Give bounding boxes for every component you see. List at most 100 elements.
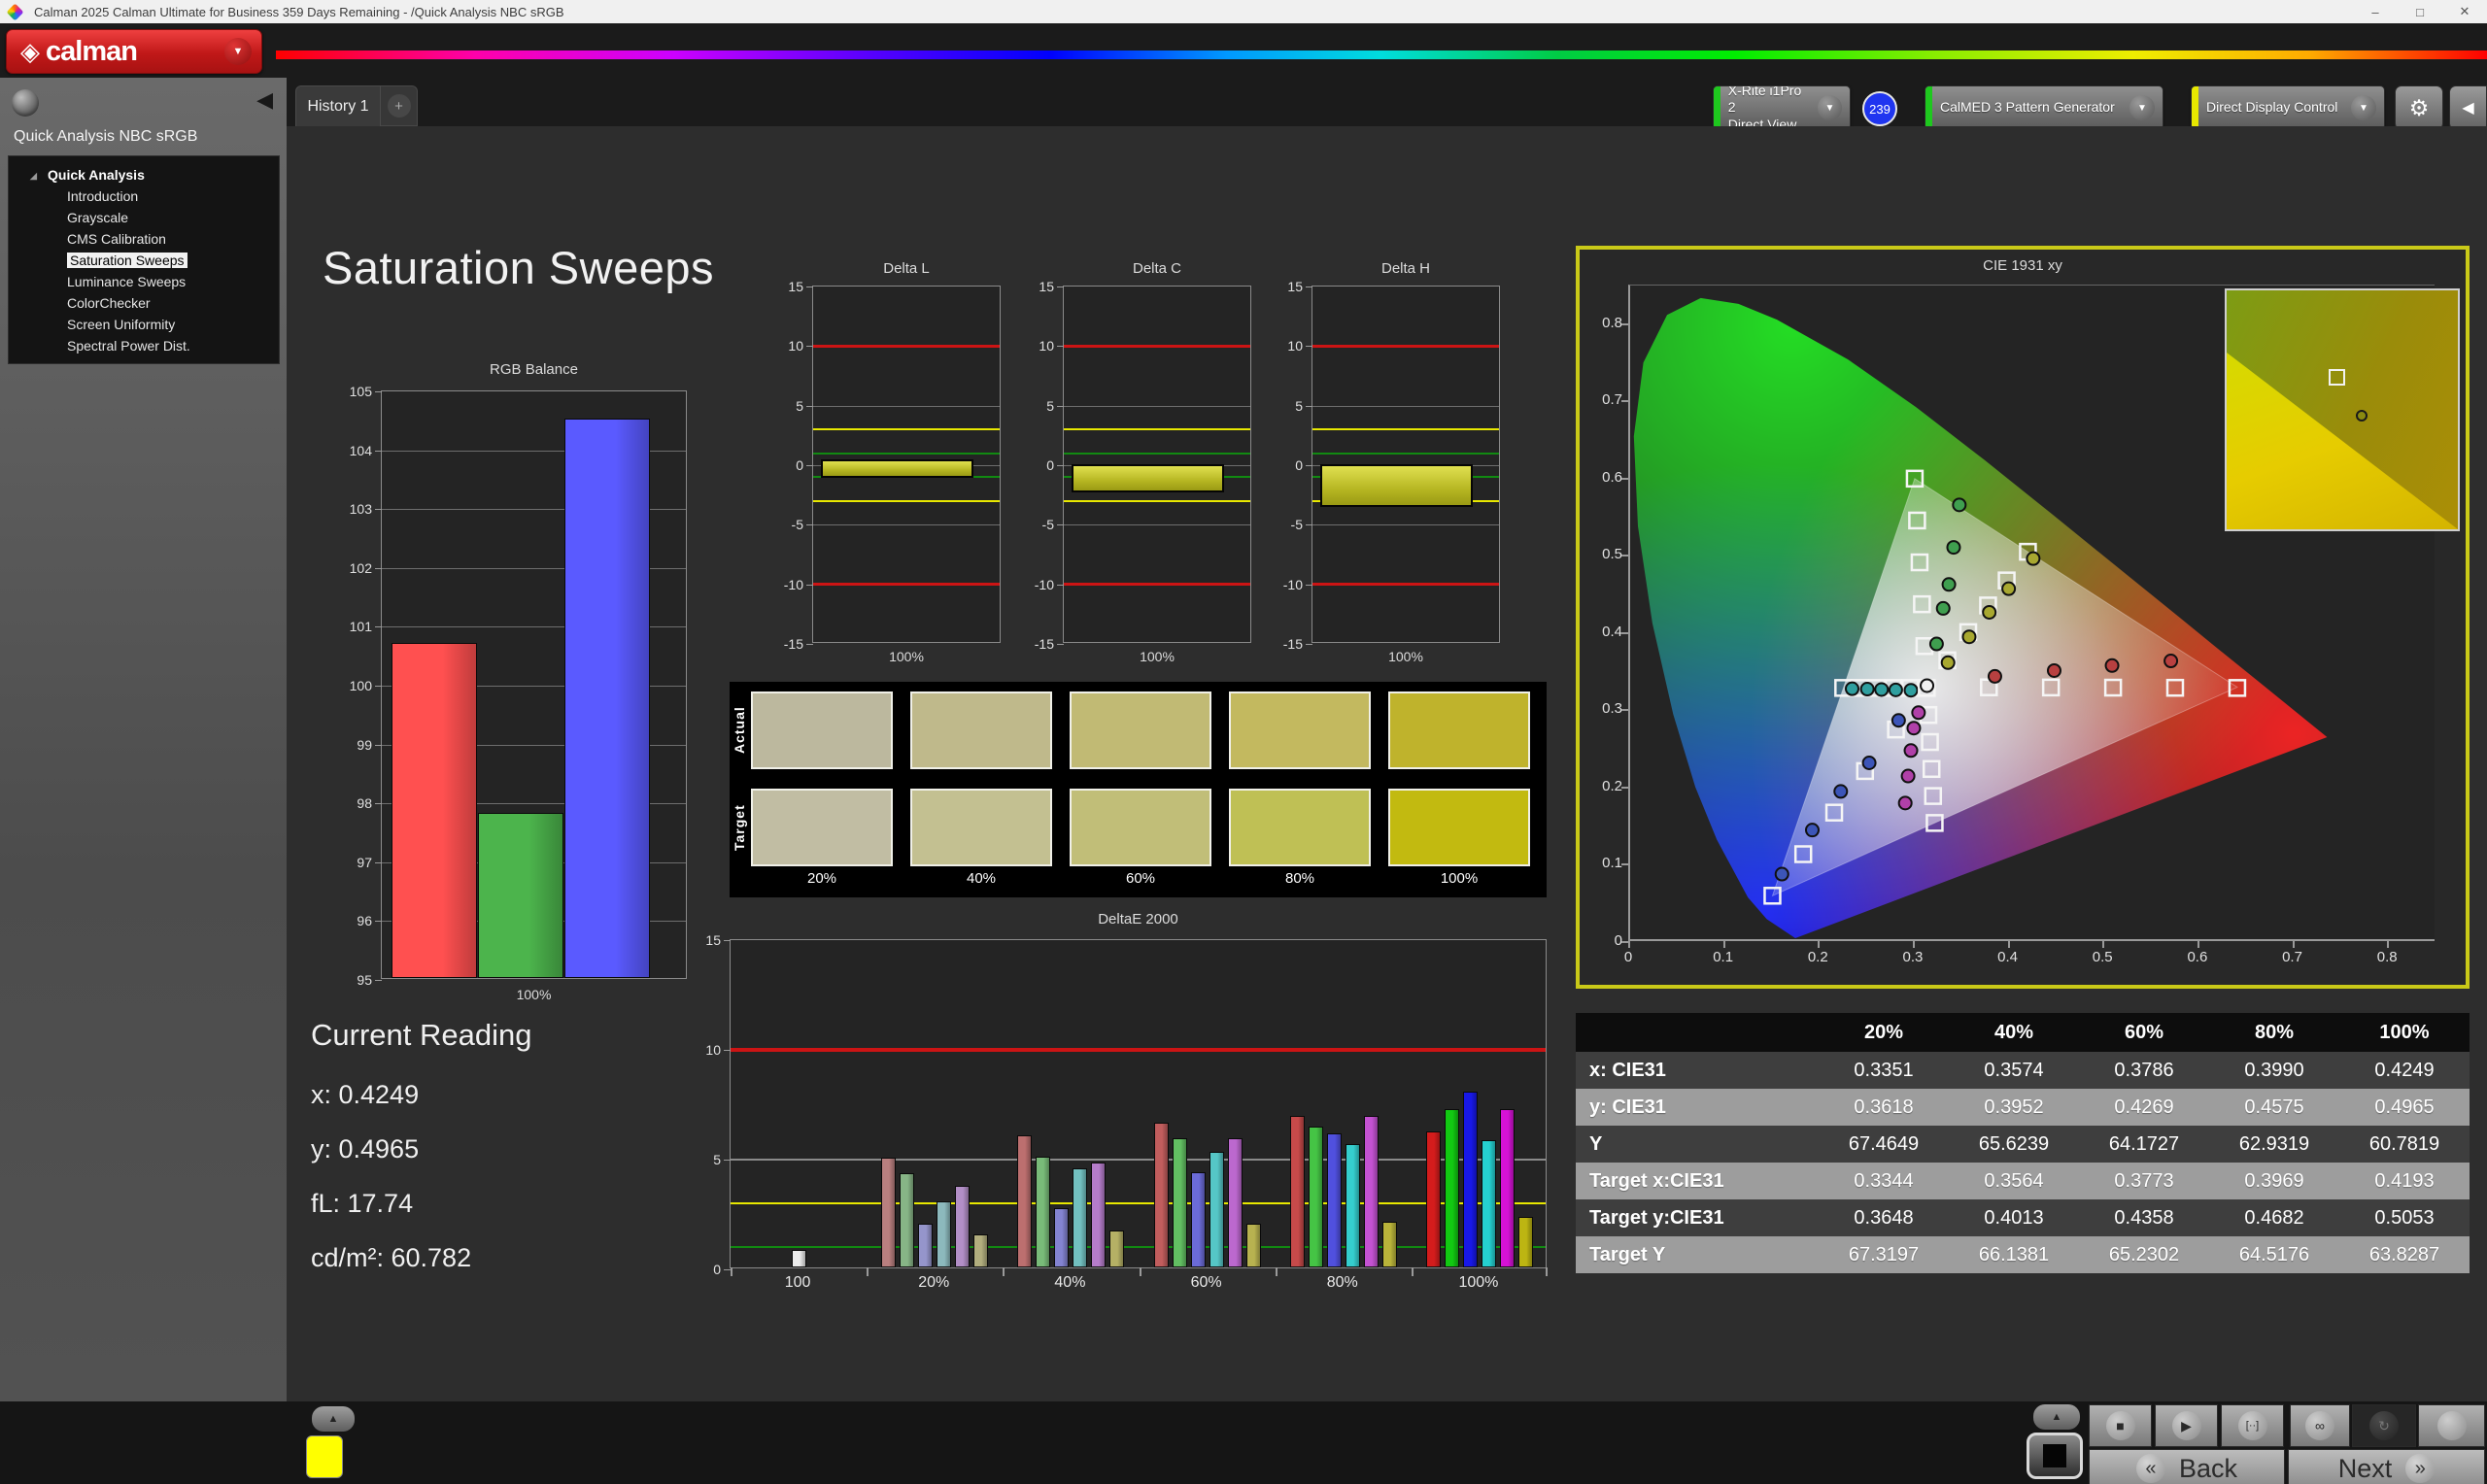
current-pattern-swatch[interactable] [306,1435,343,1478]
next-button[interactable]: Next » [2288,1449,2485,1484]
measurement-table: 20% 40% 60% 80% 100% x: CIE31 0.3351 0.3574 0.37… [1576,1013,2470,1273]
extra-button[interactable] [2418,1404,2485,1447]
sidebar-item-screen-uniformity[interactable]: Screen Uniformity [9,314,279,335]
play-button[interactable]: ▶ [2155,1404,2218,1447]
deltae-bar [1363,1116,1379,1267]
table-row-label: Target x:CIE31 [1589,1169,1724,1192]
window-title: Calman 2025 Calman Ultimate for Business… [34,4,564,19]
chevron-left-icon: ◀ [2462,100,2474,117]
ref-line [813,428,1000,431]
workflow-title: Quick Analysis NBC sRGB [14,128,198,145]
table-cell: 0.4193 [2374,1169,2435,1192]
table-cell: 64.5176 [2238,1243,2310,1265]
table-header-row: 20% 40% 60% 80% 100% [1576,1013,2470,1052]
sidebar-collapse-icon[interactable]: ◀ [256,89,273,111]
measured-marker-magenta [1900,768,1916,784]
cie-x-tick-label: 0.7 [2282,949,2302,965]
cie-1931-panel[interactable]: CIE 1931 xy 0 0.1 0.2 0.3 0.4 0.5 0.6 0.7 0.8 0 0.… [1576,246,2470,989]
back-button[interactable]: « Back [2089,1449,2285,1484]
ref-line [1064,452,1250,455]
target-swatch-40% [910,789,1052,866]
ref-line [813,344,1000,348]
sidebar-item-luminance-sweeps[interactable]: Luminance Sweeps [9,271,279,292]
measured-marker-yellow [1982,604,1997,620]
maximize-button[interactable]: □ [2398,0,2442,23]
deltae-bar [1091,1162,1107,1267]
sidebar: ◀ Quick Analysis NBC sRGB ◢ Quick Analys… [0,78,287,1401]
cie-y-tick-label: 0.6 [1602,468,1622,486]
transport-controls: ■ ▶ [··] ∞ ↻ « Back Next » [2089,1404,2487,1484]
sidebar-item-introduction[interactable]: Introduction [9,186,279,207]
sidebar-item-cms-calibration[interactable]: CMS Calibration [9,228,279,250]
sidebar-item-spectral-power-dist-[interactable]: Spectral Power Dist. [9,335,279,356]
measured-marker-cyan [1903,683,1919,698]
pattern-generator-dropdown[interactable]: CalMED 3 Pattern Generator ▼ [1925,85,2163,130]
measured-marker-green [1941,577,1957,592]
table-cell: 0.4269 [2114,1096,2174,1118]
chevron-down-icon[interactable]: ▼ [2351,95,2376,120]
sidebar-item-colorchecker[interactable]: ColorChecker [9,292,279,314]
main-content: Saturation Sweeps RGB Balance 105 104 103 1… [287,126,2487,1401]
blank-circle-icon [2436,1411,2467,1440]
stop-pattern-button[interactable] [2027,1433,2083,1479]
swatch-col-label: 60% [1125,870,1156,887]
deltae-bar [1245,1223,1261,1267]
deltae-bar [918,1223,934,1267]
rgb-balance-xlabel: 100% [516,987,552,1002]
ref-line [731,1246,1546,1249]
sidebar-knob-icon[interactable] [12,89,39,117]
deltae-bar [1172,1137,1187,1267]
chevron-down-icon[interactable]: ▼ [1817,95,1842,120]
table-cell: 0.3618 [1854,1096,1914,1118]
step-icon: [··] [2237,1411,2267,1440]
table-cell: 65.2302 [2108,1243,2180,1265]
inset-target-marker [2328,369,2345,387]
cie-y-tick-label: 0.5 [1602,546,1622,563]
add-tab-button[interactable]: + [381,85,418,126]
tree-expander-icon[interactable]: ◢ [30,165,37,186]
plus-icon: + [387,94,411,118]
refresh-button[interactable]: ↻ [2352,1404,2416,1447]
deltae-group-label: 20% [918,1274,950,1291]
loop-icon: ∞ [2305,1411,2334,1440]
stop-button[interactable]: ■ [2089,1404,2152,1447]
ref-line [1312,583,1499,587]
measured-marker-green [1946,540,1961,556]
display-control-dropdown[interactable]: Direct Display Control ▼ [2191,85,2385,130]
step-button[interactable]: [··] [2221,1404,2284,1447]
display-control-label: Direct Display Control [2206,99,2338,116]
next-arrow-icon: » [2405,1454,2436,1483]
deltae-bar [1425,1130,1441,1267]
tab-history-1[interactable]: History 1 [295,85,381,126]
calman-logo-icon: ◈ [20,37,40,66]
deltae-bar [1153,1122,1169,1267]
cie-y-tick-label: 0.4 [1602,623,1622,640]
tree-root-quick-analysis[interactable]: ◢ Quick Analysis [9,164,279,186]
panel-collapse-button[interactable]: ◀ [2449,85,2487,130]
measured-marker-red [1987,668,2002,684]
cie-1931-title: CIE 1931 xy [1983,257,2062,274]
settings-button[interactable]: ⚙ [2395,85,2443,130]
cie-y-tick-label: 0.3 [1602,700,1622,718]
sidebar-item-grayscale[interactable]: Grayscale [9,207,279,228]
deltae-bar [973,1234,989,1267]
target-swatch-20% [751,789,893,866]
close-button[interactable]: ✕ [2442,0,2487,23]
calman-menu-button[interactable]: ◈ calman ▼ [6,29,262,74]
chevron-down-icon[interactable]: ▼ [2129,95,2155,120]
target-swatch-100% [1388,789,1530,866]
loop-button[interactable]: ∞ [2290,1404,2350,1447]
transport-up-button[interactable]: ▲ [2033,1404,2080,1430]
stop-square-icon [2043,1444,2066,1467]
meter-dropdown[interactable]: X-Rite i1Pro 2 Direct View ▼ [1713,85,1851,130]
measured-marker-blue [1833,784,1849,799]
measured-marker-magenta [1903,743,1919,759]
table-cell: 0.4575 [2244,1096,2304,1118]
sidebar-item-saturation-sweeps[interactable]: Saturation Sweeps [9,250,279,271]
minimize-button[interactable]: – [2353,0,2398,23]
measured-marker-yellow [2001,581,2017,596]
deltae-bar [1517,1217,1533,1267]
measured-marker-cyan [1844,681,1859,696]
calman-menu-chevron-icon[interactable]: ▼ [224,38,252,65]
pattern-up-button[interactable]: ▲ [312,1406,355,1432]
